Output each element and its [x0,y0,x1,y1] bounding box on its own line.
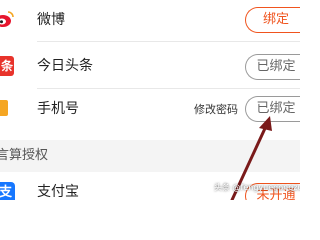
list-item-phone[interactable]: 手机号 修改密码 已绑定 [0,89,300,130]
account-binding-screen: 微博 绑定 条 今日头条 已绑定 手机号 修改密码 已绑定 言算授权 支 支付宝… [0,0,300,200]
section-title: 言算授权 [0,148,49,163]
toutiao-icon: 条 [0,56,14,76]
phone-bound-button[interactable]: 已绑定 [245,96,300,122]
weibo-icon [0,9,14,29]
watermark-text: 头条 @fengyuegongzuoshi [214,183,300,192]
toutiao-bound-button[interactable]: 已绑定 [245,54,300,80]
toutiao-label: 今日头条 [37,58,93,74]
phone-label: 手机号 [37,101,79,117]
list-item-weibo[interactable]: 微博 绑定 [0,0,300,41]
divider [37,41,300,42]
alipay-label: 支付宝 [37,184,79,200]
phone-icon [0,100,8,116]
list-item-toutiao[interactable]: 条 今日头条 已绑定 [0,46,300,87]
alipay-icon: 支 [0,182,15,200]
weibo-label: 微博 [37,12,65,28]
bind-weibo-button[interactable]: 绑定 [245,7,300,33]
change-password-link[interactable]: 修改密码 [194,89,238,130]
section-header-third-party-auth: 言算授权 [0,140,300,172]
